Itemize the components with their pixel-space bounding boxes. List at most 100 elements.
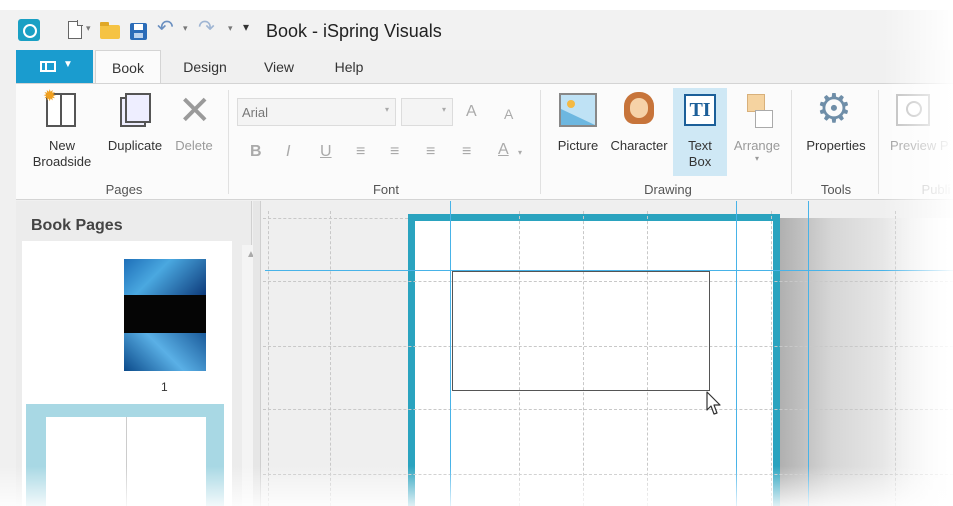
book-pages-panel: Book Pages 1 ▲	[16, 201, 262, 506]
arrange-button[interactable]: Arrange ▾	[727, 88, 787, 178]
page-number-label: 1	[161, 380, 168, 394]
preview-icon	[896, 94, 930, 126]
character-button[interactable]: Character	[606, 88, 672, 178]
preview-label: Preview P	[890, 138, 949, 153]
font-color-dropdown-icon[interactable]: ▾	[518, 144, 522, 162]
duplicate-icon	[125, 93, 151, 123]
editor-canvas[interactable]	[253, 201, 953, 506]
group-label-tools: Tools	[820, 182, 852, 197]
group-separator	[228, 90, 229, 194]
group-label-publish: Publi	[921, 182, 951, 197]
group-label-drawing: Drawing	[644, 182, 692, 197]
undo-dropdown-icon[interactable]: ▾	[183, 23, 188, 41]
book-pages-title: Book Pages	[31, 217, 123, 234]
menu-icon	[40, 61, 56, 72]
group-separator	[878, 90, 879, 194]
properties-label: Properties	[806, 138, 866, 153]
new-dropdown-icon[interactable]: ▾	[86, 23, 91, 41]
tab-design[interactable]: Design	[172, 50, 238, 83]
font-name-select[interactable]: Arial ▾	[237, 98, 396, 126]
mouse-cursor-icon	[706, 391, 721, 415]
align-right-icon[interactable]: ≡	[426, 143, 435, 161]
ribbon-tabs: ▼ Book Design View Help	[16, 50, 953, 84]
chevron-down-icon: ▾	[754, 154, 759, 163]
delete-icon: ✕	[178, 89, 212, 133]
font-color-icon[interactable]: A	[498, 141, 509, 159]
italic-button[interactable]: I	[286, 143, 290, 161]
align-center-icon[interactable]: ≡	[390, 143, 399, 161]
app-window: ▾ ↶ ▾ ↷ ▾ ▾ Book - iSpring Visuals ▼ Boo…	[0, 0, 953, 506]
vertical-guide-right[interactable]	[736, 201, 737, 506]
bold-button[interactable]: B	[250, 143, 262, 161]
text-box-label-2: Box	[688, 154, 712, 169]
redo-icon[interactable]: ↷	[198, 18, 215, 38]
picture-icon	[559, 93, 597, 127]
new-broadside-label-2: Broadside	[32, 154, 92, 169]
undo-icon[interactable]: ↶	[157, 18, 174, 38]
underline-button[interactable]: U	[320, 143, 332, 161]
grid-line	[263, 218, 408, 219]
app-logo-icon[interactable]	[18, 19, 40, 41]
arrange-label: Arrange	[733, 138, 781, 153]
vertical-guide-left[interactable]	[450, 201, 451, 506]
group-label-pages: Pages	[105, 182, 143, 197]
grid-line	[268, 211, 269, 506]
thumbnail-image-middle	[124, 295, 206, 333]
character-face-icon	[630, 98, 648, 118]
align-left-icon[interactable]: ≡	[356, 143, 365, 161]
new-star-icon: ✹	[43, 88, 57, 105]
font-size-select[interactable]: ▾	[401, 98, 453, 126]
ribbon-panel: ✹ New Broadside Duplicate ✕ Delete Pages…	[16, 83, 953, 200]
page-thumbnail-1[interactable]	[124, 259, 206, 371]
open-folder-icon[interactable]	[100, 22, 120, 39]
picture-label: Picture	[557, 138, 599, 153]
tab-view[interactable]: View	[249, 50, 309, 83]
grow-font-icon[interactable]: A	[466, 103, 477, 121]
tab-book[interactable]: Book	[95, 50, 161, 84]
new-broadside-label-1: New	[48, 138, 75, 153]
new-broadside-button[interactable]: ✹ New Broadside	[22, 88, 102, 178]
vertical-ruler	[253, 201, 261, 506]
group-label-font: Font	[372, 182, 399, 197]
delete-button[interactable]: ✕ Delete	[170, 88, 218, 178]
customize-toolbar-icon[interactable]: ▾	[243, 20, 249, 38]
duplicate-button[interactable]: Duplicate	[100, 88, 170, 178]
text-box-shape[interactable]	[452, 271, 710, 391]
redo-dropdown-icon[interactable]: ▾	[228, 23, 233, 41]
chevron-down-icon: ▼	[63, 59, 73, 70]
file-menu-button[interactable]: ▼	[16, 50, 93, 83]
chevron-down-icon: ▾	[441, 105, 446, 114]
group-separator	[791, 90, 792, 194]
character-label: Character	[610, 138, 668, 153]
text-box-label-1: Text	[688, 138, 712, 153]
adjacent-page-shadow	[780, 218, 953, 506]
grid-line	[895, 211, 896, 506]
page-thumbnail-2	[46, 417, 206, 506]
chevron-down-icon: ▾	[384, 105, 389, 114]
properties-button[interactable]: ⚙ Properties	[798, 88, 874, 178]
tab-help[interactable]: Help	[319, 50, 379, 83]
grid-line	[330, 211, 331, 506]
page-thumbnail-list: 1	[22, 241, 232, 506]
thumbnail-image-top	[124, 259, 206, 295]
text-box-button[interactable]: TI Text Box	[673, 88, 727, 176]
font-name-value: Arial	[242, 105, 269, 120]
grid-line	[771, 211, 772, 506]
top-margin	[0, 0, 953, 10]
shrink-font-icon[interactable]: A	[504, 105, 513, 123]
new-document-icon[interactable]	[68, 20, 83, 39]
grid-line	[263, 409, 953, 410]
duplicate-label: Duplicate	[107, 138, 163, 153]
group-separator	[540, 90, 541, 194]
page-thumbnail-selected[interactable]	[26, 404, 224, 506]
vertical-guide-outer[interactable]	[808, 201, 809, 506]
gear-icon: ⚙	[816, 87, 852, 131]
title-bar: ▾ ↶ ▾ ↷ ▾ ▾ Book - iSpring Visuals	[0, 10, 953, 50]
delete-label: Delete	[175, 138, 213, 153]
thumbnail-image-bottom	[124, 333, 206, 371]
arrange-icon	[755, 110, 773, 128]
save-icon[interactable]	[130, 23, 147, 40]
preview-button[interactable]: Preview P	[886, 88, 953, 178]
justify-icon[interactable]: ≡	[462, 143, 471, 161]
picture-button[interactable]: Picture	[550, 88, 606, 178]
